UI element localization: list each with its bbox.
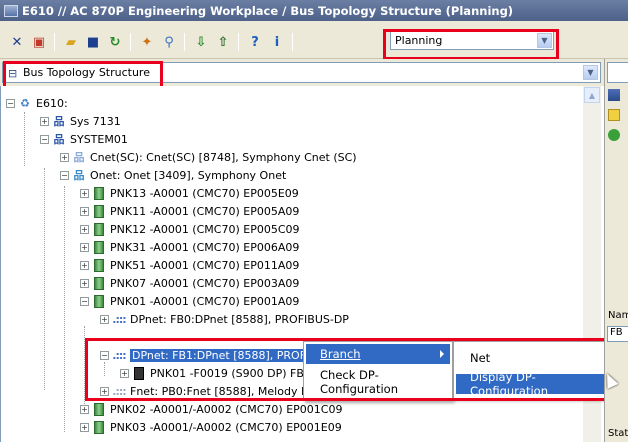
expand-icon[interactable]: + (80, 404, 89, 414)
name-field[interactable]: FB (607, 326, 628, 342)
controller-module-icon (92, 222, 106, 236)
tree-node-label: PNK01 -A0001 (CMC70) EP001A09 (110, 294, 300, 308)
tree-node[interactable]: − PNK01 -A0001 (CMC70) EP001A09 (80, 292, 299, 310)
tree-node[interactable]: + PNK13 -A0001 (CMC70) EP005E09 (80, 184, 299, 202)
project-icon: ♻ (20, 96, 30, 110)
expand-icon[interactable]: + (80, 206, 89, 216)
title-bar: E610 // AC 870P Engineering Workplace / … (0, 0, 628, 21)
app-icon (4, 4, 18, 17)
expand-icon[interactable]: + (40, 116, 49, 126)
save-icon[interactable]: ■ (84, 33, 102, 51)
tree-node-label: PNK51 -A0001 (CMC70) EP011A09 (110, 258, 300, 272)
tree-node[interactable]: + PNK02 -A0001/-A0002 (CMC70) EP001C09 (80, 400, 342, 418)
controller-module-icon (92, 276, 106, 290)
collapse-icon[interactable]: − (80, 296, 89, 306)
highlight-frame-mode (383, 29, 559, 60)
refresh-icon[interactable]: ↻ (106, 33, 124, 51)
tree-node[interactable]: + 品 Sys 7131 (40, 112, 121, 130)
network-icon: 品 (73, 169, 85, 182)
info-icon (608, 129, 620, 141)
tree-node[interactable]: + PNK07 -A0001 (CMC70) EP003A09 (80, 274, 299, 292)
controller-module-icon (92, 240, 106, 254)
tree-node[interactable]: + PNK03 -A0001/-A0002 (CMC70) EP001E09 (80, 418, 342, 436)
tree-node-label: PNK12 -A0001 (CMC70) EP005C09 (110, 222, 300, 236)
tree-connector (24, 112, 25, 166)
collapse-icon[interactable]: − (60, 170, 69, 180)
tree-node[interactable]: + PNK51 -A0001 (CMC70) EP011A09 (80, 256, 299, 274)
tree-node[interactable]: + PNK11 -A0001 (CMC70) EP005A09 (80, 202, 299, 220)
info-icon[interactable]: i (268, 33, 286, 51)
dpnet-icon: .::: (112, 312, 126, 326)
tree-node-label: DPnet: FB0:DPnet [8588], PROFIBUS-DP (130, 312, 349, 326)
controller-module-icon (92, 258, 106, 272)
expand-icon[interactable]: + (80, 224, 89, 234)
close-view-icon[interactable]: ✕ (8, 33, 26, 51)
tree-node-label: PNK11 -A0001 (CMC70) EP005A09 (110, 204, 300, 218)
chevron-down-icon[interactable]: ▼ (583, 65, 598, 80)
wizard-icon[interactable]: ✦ (138, 33, 156, 51)
expand-icon[interactable]: + (80, 278, 89, 288)
controller-module-icon (92, 186, 106, 200)
download-icon[interactable]: ⇩ (192, 33, 210, 51)
expand-icon[interactable]: + (60, 152, 69, 162)
help-icon[interactable]: ? (246, 33, 264, 51)
upload-icon[interactable]: ⇧ (214, 33, 232, 51)
tree-node-label: Cnet(SC): Cnet(SC) [8748], Symphony Cnet… (90, 150, 357, 164)
tree-node[interactable]: + PNK12 -A0001 (CMC70) EP005C09 (80, 220, 300, 238)
tree-node[interactable]: + .::: DPnet: FB0:DPnet [8588], PROFIBUS… (100, 310, 349, 328)
search-icon[interactable]: ⚲ (160, 33, 178, 51)
status-label: Stat (608, 428, 628, 439)
controller-module-icon (92, 204, 106, 218)
open-folder-icon[interactable]: ▰ (62, 33, 80, 51)
network-icon: 品 (73, 151, 85, 164)
object-icon (608, 89, 620, 101)
tree-node-label: SYSTEM01 (70, 132, 128, 146)
tree-connector (44, 168, 45, 390)
tree-node-label: PNK07 -A0001 (CMC70) EP003A09 (110, 276, 300, 290)
properties-input[interactable] (607, 62, 628, 83)
tree-node-label: PNK02 -A0001/-A0002 (CMC70) EP001C09 (110, 402, 343, 416)
new-object-icon[interactable]: ▣ (30, 33, 48, 51)
toolbar-separator (238, 33, 239, 51)
tree-node[interactable]: − 品 SYSTEM01 (40, 130, 128, 148)
toolbar-separator (130, 33, 131, 51)
toolbar-separator (184, 33, 185, 51)
controller-module-icon (92, 420, 106, 434)
tree-node-label: PNK13 -A0001 (CMC70) EP005E09 (110, 186, 299, 200)
tree-node-label: Sys 7131 (70, 114, 121, 128)
tree-node[interactable]: + 品 Cnet(SC): Cnet(SC) [8748], Symphony … (60, 148, 357, 166)
tree-node-label: PNK03 -A0001/-A0002 (CMC70) EP001E09 (110, 420, 342, 434)
expand-icon[interactable]: + (80, 422, 89, 432)
tree-connector (64, 186, 65, 432)
expand-icon[interactable]: + (80, 260, 89, 270)
tree-node-label: E610: (36, 96, 68, 110)
tree-node[interactable]: − ♻ E610: (6, 94, 68, 112)
name-field-value: FB (610, 327, 623, 338)
expand-icon[interactable]: + (80, 242, 89, 252)
expand-icon[interactable]: + (100, 314, 109, 324)
name-label: Nam (608, 310, 628, 321)
collapse-icon[interactable]: − (40, 134, 49, 144)
highlight-frame-structure (3, 61, 163, 89)
highlight-frame-context-menu (85, 338, 610, 401)
controller-module-icon (92, 294, 106, 308)
tree-node-label: Onet: Onet [3409], Symphony Onet (90, 168, 287, 182)
tree-node[interactable]: − 品 Onet: Onet [3409], Symphony Onet (60, 166, 286, 184)
system-icon: 品 (53, 133, 65, 146)
expand-icon[interactable]: + (80, 188, 89, 198)
controller-module-icon (92, 402, 106, 416)
tree-node[interactable]: + PNK31 -A0001 (CMC70) EP006A09 (80, 238, 299, 256)
scroll-up-icon[interactable]: ▲ (584, 87, 600, 103)
folder-icon (608, 109, 620, 121)
window-title: E610 // AC 870P Engineering Workplace / … (22, 3, 514, 18)
collapse-icon[interactable]: − (6, 98, 15, 108)
toolbar-separator (54, 33, 55, 51)
system-icon: 品 (53, 115, 65, 128)
tree-node-label: PNK31 -A0001 (CMC70) EP006A09 (110, 240, 300, 254)
toolbar-separator (292, 33, 293, 51)
